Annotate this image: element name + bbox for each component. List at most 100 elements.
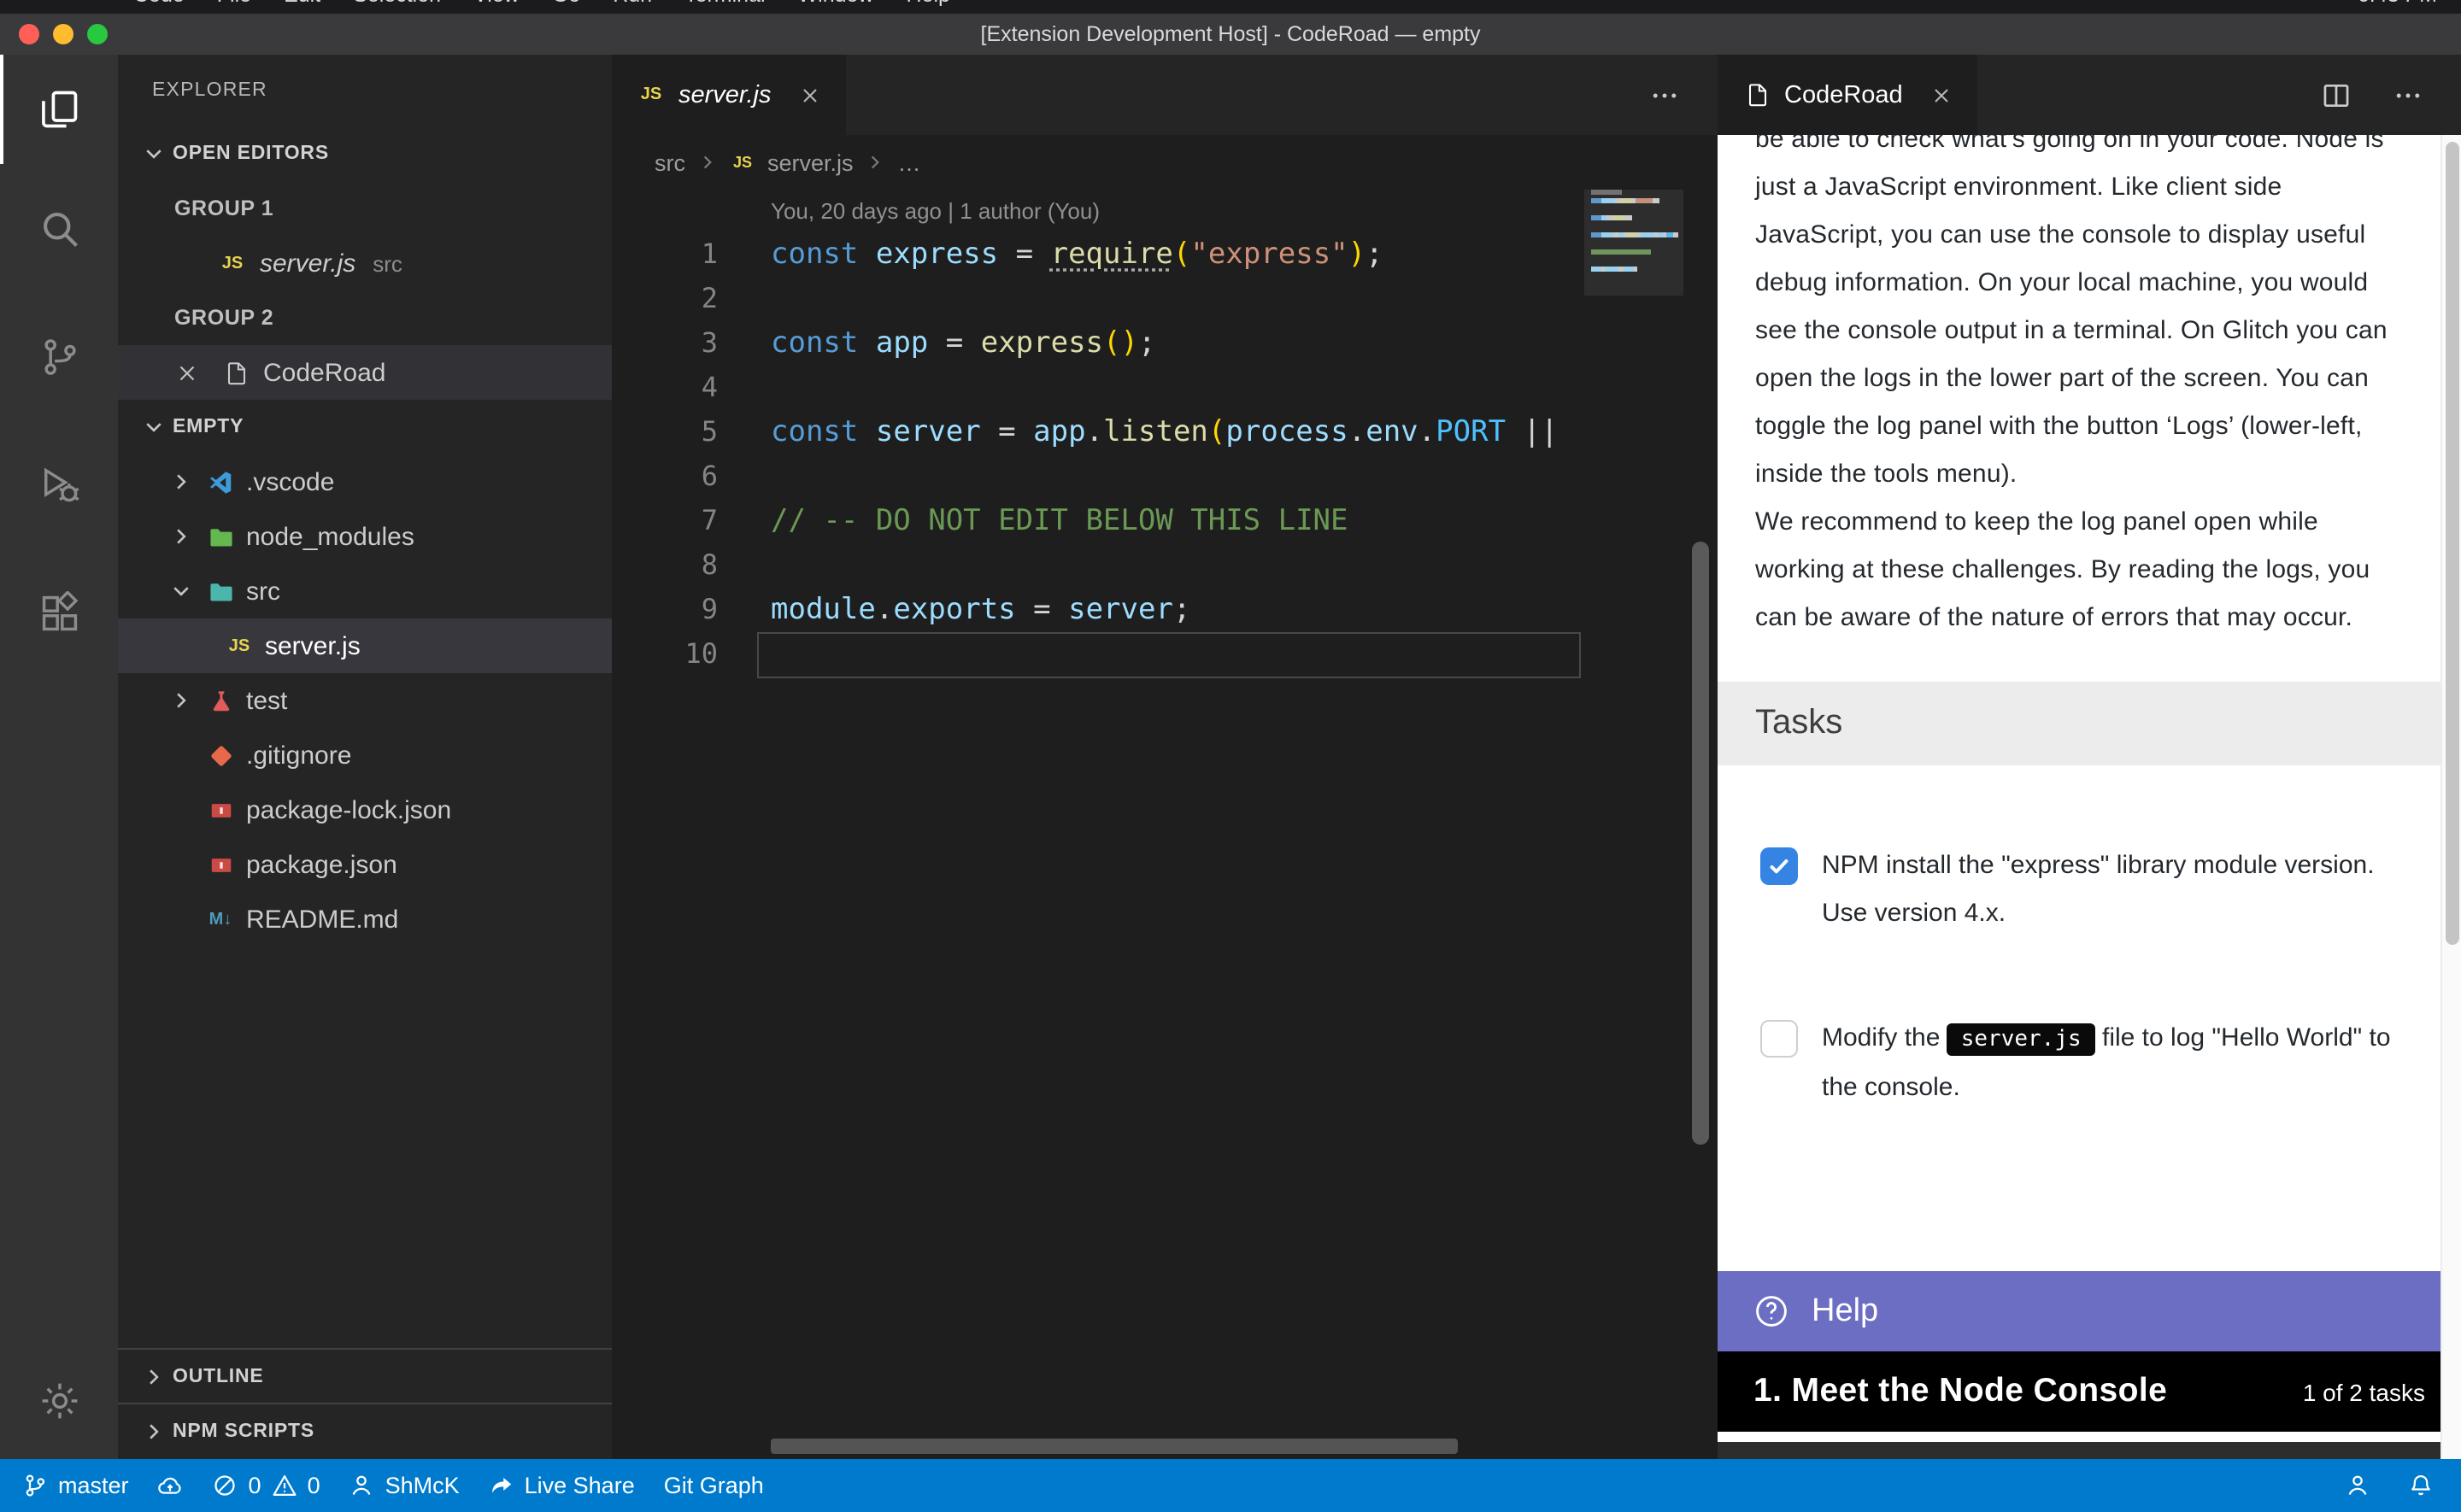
coderoad-content: be able to check what’s going on in your… [1718, 135, 2461, 1459]
chevron-down-icon[interactable] [166, 579, 195, 603]
tree-item-test[interactable]: test [118, 673, 612, 728]
branch-indicator[interactable]: master [22, 1473, 129, 1498]
file-tree: .vscode node_modulessrc JSserver.jstest.gi… [118, 454, 612, 946]
breadcrumb-folder[interactable]: src [655, 149, 685, 175]
help-bar[interactable]: Help [1718, 1271, 2461, 1351]
tree-item-README.md[interactable]: M↓README.md [118, 892, 612, 946]
npm-scripts-header[interactable]: NPM SCRIPTS [118, 1403, 612, 1457]
explorer-icon[interactable] [0, 55, 118, 164]
minimize-window-button[interactable] [53, 24, 73, 44]
menu-terminal[interactable]: Terminal [684, 0, 766, 12]
chevron-down-icon [138, 142, 167, 166]
open-editor-coderoad[interactable]: CodeRoad [118, 345, 612, 400]
git-graph-button[interactable]: Git Graph [664, 1473, 764, 1498]
minimap-slider[interactable] [1584, 190, 1683, 296]
menu-selection[interactable]: Selection [353, 0, 441, 12]
vertical-scrollbar[interactable] [1692, 542, 1709, 1145]
source-control-icon[interactable] [0, 292, 118, 420]
tree-item-package-lock.json[interactable]: package-lock.json [118, 782, 612, 837]
file-icon [220, 360, 251, 385]
code-line-2[interactable]: 2 [612, 277, 1584, 321]
code-editor[interactable]: You, 20 days ago | 1 author (You) 1const… [612, 190, 1584, 1435]
search-icon[interactable] [0, 164, 118, 292]
line-content: const server = app.listen(process.env.PO… [718, 410, 1559, 454]
menu-window[interactable]: Window [798, 0, 874, 12]
close-icon[interactable] [174, 360, 202, 385]
feedback-person-icon[interactable] [2345, 1473, 2370, 1498]
tree-item-.vscode[interactable]: .vscode [118, 454, 612, 509]
code-line-4[interactable]: 4 [612, 366, 1584, 410]
zoom-window-button[interactable] [87, 24, 108, 44]
settings-gear-icon[interactable] [0, 1353, 118, 1449]
code-line-9[interactable]: 9module.exports = server; [612, 588, 1584, 632]
tab-label: CodeRoad [1784, 81, 1903, 108]
tree-item-src[interactable]: src [118, 564, 612, 618]
line-content [718, 277, 771, 321]
menu-file[interactable]: File [217, 0, 251, 12]
breadcrumb-file[interactable]: server.js [767, 149, 854, 175]
menu-edit[interactable]: Edit [284, 0, 320, 12]
code-line-3[interactable]: 3const app = express(); [612, 321, 1584, 366]
chevron-right-icon [138, 1364, 167, 1388]
codelens-annotation[interactable]: You, 20 days ago | 1 author (You) [612, 190, 1584, 232]
tree-item-server.js[interactable]: JSserver.js [118, 618, 612, 673]
task-item: Modify the server.js file to log "Hello … [1718, 1015, 2461, 1112]
tree-item-package.json[interactable]: package.json [118, 837, 612, 892]
tree-item-label: node_modules [246, 522, 414, 551]
lesson-header[interactable]: 1. Meet the Node Console 1 of 2 tasks [1718, 1351, 2461, 1432]
question-circle-icon [1753, 1293, 1789, 1329]
chevron-right-icon[interactable] [166, 689, 195, 712]
more-actions-icon[interactable] [1649, 79, 1680, 110]
task-text: NPM install the "express" library module… [1822, 842, 2393, 938]
extensions-icon[interactable] [0, 548, 118, 677]
minimap[interactable] [1584, 190, 1683, 600]
panel-scrollbar-thumb[interactable] [2446, 142, 2459, 945]
open-editors-header[interactable]: OPEN EDITORS [118, 126, 612, 181]
menu-view[interactable]: View [473, 0, 520, 12]
close-window-button[interactable] [19, 24, 39, 44]
menu-go[interactable]: Go [552, 0, 580, 12]
task-checkbox-unchecked[interactable] [1760, 1020, 1798, 1058]
breadcrumb-more[interactable]: … [898, 149, 921, 175]
code-line-7[interactable]: 7// -- DO NOT EDIT BELOW THIS LINE [612, 499, 1584, 543]
tab-coderoad[interactable]: CodeRoad [1718, 55, 1978, 135]
code-line-10[interactable]: 10 [612, 632, 1584, 677]
notifications-bell-icon[interactable] [2408, 1473, 2434, 1498]
close-tab-icon[interactable] [1930, 83, 1954, 107]
tree-item-.gitignore[interactable]: .gitignore [118, 728, 612, 782]
run-debug-icon[interactable] [0, 420, 118, 548]
code-line-1[interactable]: 1const express = require("express"); [612, 232, 1584, 277]
sync-button[interactable] [158, 1473, 184, 1498]
chevron-right-icon [866, 152, 886, 173]
code-line-8[interactable]: 8 [612, 543, 1584, 588]
tree-item-label: src [246, 577, 280, 606]
chevron-right-icon[interactable] [166, 470, 195, 494]
code-line-6[interactable]: 6 [612, 454, 1584, 499]
file-icon [1741, 82, 1772, 108]
breadcrumb: src JS server.js … [612, 135, 1718, 190]
menu-help[interactable]: Help [907, 0, 950, 12]
status-bar: master 0 0 ShMcK Live Share Git Graph [0, 1459, 2461, 1512]
tab-serverjs[interactable]: JS server.js [612, 55, 847, 135]
open-editor-serverjs[interactable]: JS server.js src [118, 236, 612, 290]
help-label: Help [1812, 1292, 1878, 1330]
task-checkbox-checked[interactable] [1760, 847, 1798, 885]
split-editor-icon[interactable] [2321, 79, 2352, 110]
workspace-header[interactable]: EMPTY [118, 400, 612, 454]
menu-code[interactable]: Code [133, 0, 185, 12]
tree-item-node_modules[interactable]: node_modules [118, 509, 612, 564]
account-item[interactable]: ShMcK [349, 1473, 460, 1498]
code-line-5[interactable]: 5const server = app.listen(process.env.P… [612, 410, 1584, 454]
chevron-right-icon[interactable] [166, 525, 195, 548]
close-tab-icon[interactable] [799, 83, 823, 107]
more-actions-icon[interactable] [2393, 79, 2423, 110]
panel-text: be able to check what’s going on in your… [1718, 135, 2461, 642]
outline-header[interactable]: OUTLINE [118, 1348, 612, 1403]
live-share-button[interactable]: Live Share [489, 1473, 635, 1498]
horizontal-scrollbar[interactable] [771, 1439, 1458, 1454]
editor-group1-label: GROUP 1 [118, 181, 612, 236]
menu-run[interactable]: Run [613, 0, 652, 12]
editor-group2-label: GROUP 2 [118, 290, 612, 345]
problems-indicator[interactable]: 0 0 [213, 1473, 320, 1498]
coderoad-panel: CodeRoad be able to check what’s going o… [1718, 55, 2461, 1459]
